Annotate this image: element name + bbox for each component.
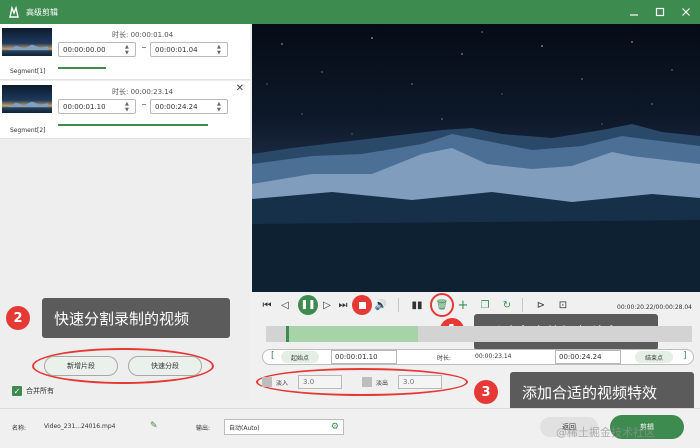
segment-end-input[interactable]: 00:00:24.24 ▲ ▼	[150, 99, 228, 114]
name-label: 名称:	[12, 425, 27, 432]
segment-progress	[58, 67, 106, 69]
segment-start-input[interactable]: 00:00:01.10 ▲ ▼	[58, 99, 136, 114]
segment-panel: Segment[1] 时长: 00:00:01.04 00:00:00.00 ▲…	[0, 24, 250, 400]
volume-icon[interactable]: 🔊	[374, 298, 388, 312]
close-button[interactable]	[680, 6, 692, 18]
stop-button[interactable]	[352, 295, 372, 315]
callout-2: 快速分割录制的视频	[42, 298, 230, 338]
segment-thumbnail	[2, 85, 52, 113]
fade-out-control[interactable]: 淡出 3.0	[362, 374, 443, 390]
split-icon[interactable]: ▮▮	[410, 298, 424, 312]
callout-badge-3: 3	[474, 380, 498, 404]
segment-item-2[interactable]: Segment[2] 时长: 00:00:23.14 00:00:01.10 ▲…	[0, 81, 250, 139]
end-point-button[interactable]: 结束点	[635, 351, 674, 363]
segment-duration: 时长: 00:00:23.14	[112, 88, 174, 96]
title-bar: 高级剪辑	[0, 0, 700, 24]
fade-in-input[interactable]: 3.0	[298, 375, 343, 389]
segment-thumbnail	[2, 28, 52, 56]
bracket-left-icon: [	[271, 351, 275, 361]
add-icon[interactable]: +	[456, 298, 470, 313]
video-preview[interactable]	[252, 24, 700, 292]
fade-out-checkbox[interactable]	[362, 377, 372, 387]
prev-frame-icon[interactable]: ◁	[278, 298, 292, 312]
segment-progress	[58, 124, 208, 126]
segment-end-input[interactable]: 00:00:01.04 ▲ ▼	[150, 42, 228, 57]
range-duration-value: 00:00:23.14	[475, 353, 512, 360]
spinner-icon[interactable]: ▲ ▼	[217, 101, 225, 113]
edit-icon[interactable]: ✎	[150, 421, 158, 431]
range-start-input[interactable]: 00:00:01.10	[331, 350, 397, 364]
skip-to-end-icon[interactable]: ⏭	[336, 298, 350, 312]
file-name: Video_231...24016.mp4	[44, 423, 116, 430]
merge-all-checkbox[interactable]: ✓ 合并所有	[12, 386, 54, 396]
spinner-icon[interactable]: ▲ ▼	[217, 44, 225, 56]
range-duration-label: 时长:	[437, 355, 452, 362]
pause-button[interactable]: ❚❚	[298, 295, 318, 315]
watermark: @稀土掘金技术社区	[556, 426, 655, 439]
next-frame-icon[interactable]: ▷	[320, 298, 334, 312]
add-segment-button[interactable]: 新增片段	[44, 356, 118, 376]
mark-end-icon[interactable]: ⊡	[556, 298, 570, 312]
trash-icon[interactable]: 🗑	[435, 298, 449, 312]
timeline-track[interactable]	[266, 326, 692, 342]
close-icon[interactable]: ✕	[236, 83, 244, 94]
timeline-handle[interactable]	[286, 326, 289, 342]
timeline-selection[interactable]	[286, 326, 418, 342]
check-icon[interactable]: ✓	[12, 386, 22, 396]
copy-icon[interactable]: ❐	[478, 298, 492, 312]
callout-badge-2: 2	[6, 306, 30, 330]
maximize-button[interactable]	[654, 6, 666, 18]
bracket-right-icon: ]	[683, 351, 687, 361]
fade-in-checkbox[interactable]	[262, 377, 272, 387]
segment-label: Segment[1]	[10, 68, 46, 75]
segment-duration: 时长: 00:00:01.04	[112, 31, 174, 39]
window-title: 高级剪辑	[26, 7, 58, 17]
callout-3: 添加合适的视频特效	[510, 372, 694, 412]
segment-start-input[interactable]: 00:00:00.00 ▲ ▼	[58, 42, 136, 57]
app-logo-icon	[6, 4, 22, 20]
playback-timecode: 00:00:20.22/00:00:28.04	[617, 304, 692, 311]
start-point-button[interactable]: 起始点	[281, 351, 320, 363]
fade-out-input[interactable]: 3.0	[398, 375, 443, 389]
spinner-icon[interactable]: ▲ ▼	[125, 101, 133, 113]
quick-split-button[interactable]: 快速分段	[128, 356, 202, 376]
segment-label: Segment[2]	[10, 127, 46, 134]
mark-start-icon[interactable]: ⊳	[534, 298, 548, 312]
range-end-input[interactable]: 00:00:24.24	[555, 350, 621, 364]
output-label: 输出:	[196, 425, 211, 432]
gear-icon[interactable]: ⚙	[331, 422, 339, 432]
rotate-icon[interactable]: ↻	[500, 298, 514, 312]
minimize-button[interactable]	[628, 6, 640, 18]
mountain-landscape	[252, 124, 700, 292]
output-select[interactable]: 自动(Auto) ⚙	[224, 419, 344, 435]
range-bar: [ 起始点 00:00:01.10 时长: 00:00:23.14 00:00:…	[262, 349, 694, 365]
fade-in-control[interactable]: 淡入 3.0	[262, 374, 343, 390]
spinner-icon[interactable]: ▲ ▼	[125, 44, 133, 56]
skip-to-start-icon[interactable]: ⏮	[260, 298, 274, 312]
segment-item-1[interactable]: Segment[1] 时长: 00:00:01.04 00:00:00.00 ▲…	[0, 24, 250, 80]
